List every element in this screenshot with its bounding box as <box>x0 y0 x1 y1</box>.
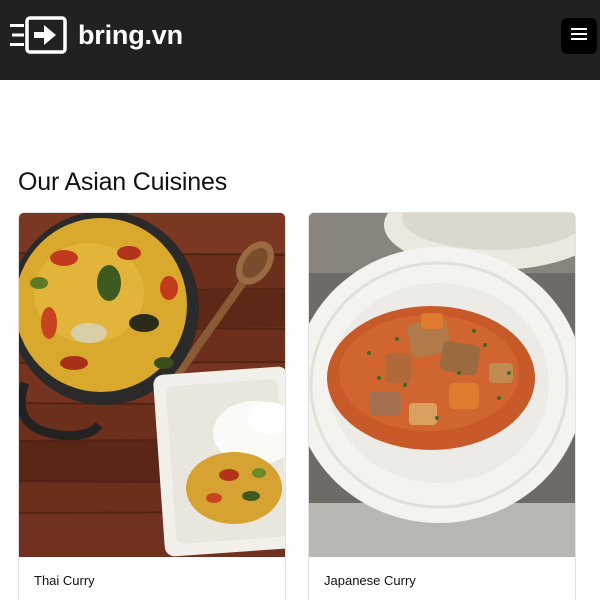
brand-link[interactable]: bring.vn <box>10 15 183 55</box>
cuisine-card-japanese-curry[interactable]: Japanese Curry <box>308 212 576 600</box>
section-title: Our Asian Cuisines <box>18 168 227 196</box>
hamburger-menu-icon <box>571 27 587 46</box>
cuisine-card-thai-curry[interactable]: Thai Curry <box>18 212 286 600</box>
brand-name: bring.vn <box>78 19 183 50</box>
menu-button[interactable] <box>561 18 597 54</box>
card-title: Thai Curry <box>34 573 95 588</box>
navbar: bring.vn <box>0 0 600 80</box>
card-title: Japanese Curry <box>324 573 416 588</box>
thai-curry-image <box>19 213 285 557</box>
logo-icon <box>10 15 68 55</box>
japanese-curry-image <box>309 213 575 557</box>
